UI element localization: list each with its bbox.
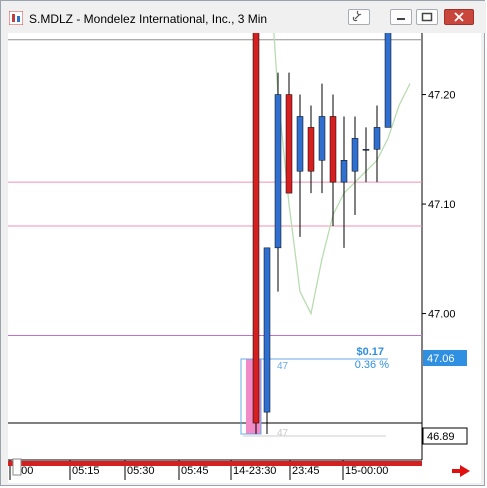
chart-area[interactable]: 47.7047.6047.5047.4047.3047.2047.1047.00… [8,0,481,483]
time-tick-label-1: 05:15 [72,465,100,477]
price-tick-label-6: 47.10 [428,199,456,211]
candle-body-30 [340,160,348,183]
candle-body-32 [362,149,370,151]
low-price-label: 46.89 [427,431,455,443]
time-tick-label-5: 23:45 [292,465,320,477]
link-icon [352,10,362,22]
price-chart[interactable]: 47.7047.6047.5047.4047.3047.2047.1047.00… [8,0,481,483]
session-bar [8,461,422,466]
link-button[interactable] [348,9,370,25]
candle-body-31 [351,138,359,172]
candle-body-22 [252,6,260,424]
app-icon [9,11,23,25]
plot-background [8,33,422,460]
minimize-button[interactable] [390,9,412,25]
price-tick-label-7: 47.00 [428,309,456,321]
minimize-icon [397,18,405,20]
time-tick-label-6: 15-00:00 [345,465,388,477]
candle-body-29 [329,116,337,183]
close-icon [454,12,464,22]
scroll-handle[interactable] [12,458,22,476]
candle-body-23 [263,247,271,413]
price-tick-label-5: 47.20 [428,90,456,102]
candle-body-28 [318,116,326,161]
candle-body-24 [274,94,282,249]
level-label-upper: 47 [277,361,289,372]
maximize-icon [421,12,433,22]
window-title: S.MDLZ - Mondelez International, Inc., 3… [29,12,268,26]
time-tick-label-2: 05:30 [127,465,155,477]
price-ticks: 47.7047.6047.5047.4047.3047.2047.1047.00 [422,90,456,321]
change-percent-label: 0.36 % [355,359,389,371]
change-dollar-label: $0.17 [356,346,384,358]
maximize-button[interactable] [416,9,438,25]
time-tick-label-4: 14-23:30 [233,465,276,477]
chart-window: S.MDLZ - Mondelez International, Inc., 3… [0,0,486,486]
last-price-label: 47.06 [427,353,455,365]
candle-body-25 [285,94,293,194]
time-tick-label-3: 05:45 [181,465,209,477]
candle-body-27 [307,127,315,172]
title-bar[interactable]: S.MDLZ - Mondelez International, Inc., 3… [1,1,486,33]
candle-body-34 [384,0,392,128]
close-button[interactable] [444,9,474,25]
level-label-lower: 47 [277,428,289,439]
scroll-right-arrow-icon[interactable] [452,465,470,477]
candle-body-33 [373,127,381,150]
candle-body-26 [296,116,304,172]
